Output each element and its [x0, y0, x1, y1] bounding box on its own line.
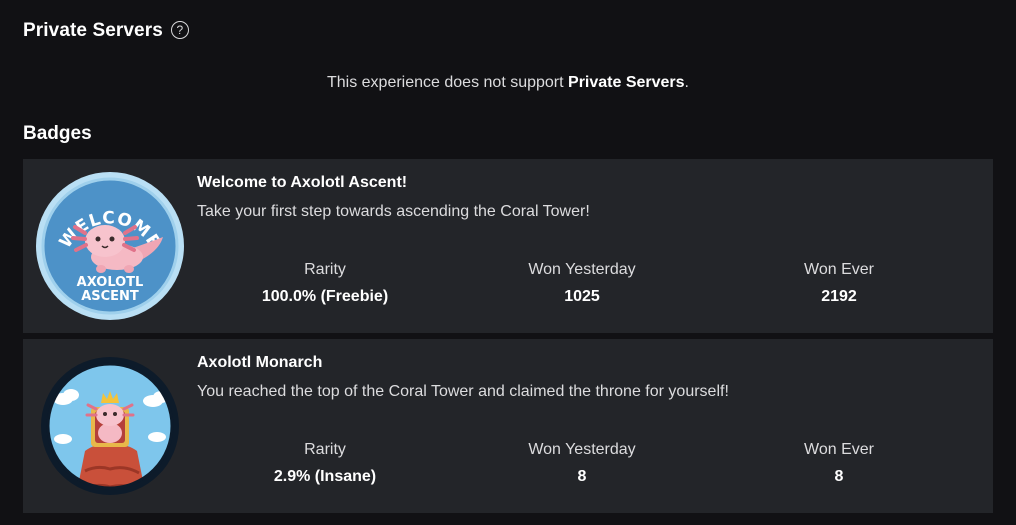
badge-stat-won-yesterday: Won Yesterday 8	[472, 441, 692, 486]
stat-label-won-ever: Won Ever	[804, 261, 874, 278]
private-servers-title: Private Servers	[23, 20, 163, 41]
stat-label-won-ever: Won Ever	[804, 441, 874, 458]
badge-image-bottom-text-1: AXOLOTL	[77, 275, 144, 290]
badge-image-bottom-text-2: ASCENT	[81, 289, 139, 304]
badge-stat-rarity: Rarity 2.9% (Insane)	[215, 441, 435, 486]
question-circle-icon[interactable]: ?	[170, 20, 189, 39]
badge-name[interactable]: Welcome to Axolotl Ascent!	[197, 174, 407, 192]
private-servers-message-prefix: This experience does not support	[326, 74, 569, 91]
stat-value-won-ever: 8	[834, 468, 844, 485]
stat-value-rarity: 100.0% (Freebie)	[261, 288, 389, 305]
private-servers-message-suffix: .	[684, 74, 689, 91]
private-servers-header: Private Servers ?	[23, 20, 189, 42]
badge-description: Take your first step towards ascending t…	[197, 203, 590, 220]
badge-stat-won-ever: Won Ever 2192	[729, 261, 949, 306]
badge-card: Axolotl Monarch You reached the top of t…	[23, 339, 993, 513]
stat-label-won-yesterday: Won Yesterday	[528, 441, 636, 458]
stat-label-won-yesterday: Won Yesterday	[528, 261, 636, 278]
stat-value-won-yesterday: 8	[577, 468, 587, 485]
private-servers-message: This experience does not support Private…	[0, 74, 1016, 92]
badge-card: WELCOME AXOLOTL ASCENT Welcome to Axolot…	[23, 159, 993, 333]
badge-description: You reached the top of the Coral Tower a…	[197, 383, 729, 400]
badges-title: Badges	[23, 123, 92, 144]
badge-stat-rarity: Rarity 100.0% (Freebie)	[215, 261, 435, 306]
badge-image-welcome[interactable]: WELCOME AXOLOTL ASCENT	[35, 171, 185, 321]
experience-page: Private Servers ? This experience does n…	[0, 0, 1016, 525]
private-servers-message-strong: Private Servers	[568, 74, 685, 91]
badge-image-monarch[interactable]	[35, 351, 185, 501]
stat-value-rarity: 2.9% (Insane)	[273, 468, 377, 485]
stat-label-rarity: Rarity	[304, 261, 346, 278]
stat-value-won-yesterday: 1025	[564, 288, 600, 305]
stat-value-won-ever: 2192	[821, 288, 857, 305]
stat-label-rarity: Rarity	[304, 441, 346, 458]
badge-name[interactable]: Axolotl Monarch	[197, 354, 322, 372]
badge-stat-won-ever: Won Ever 8	[729, 441, 949, 486]
badge-stat-won-yesterday: Won Yesterday 1025	[472, 261, 692, 306]
